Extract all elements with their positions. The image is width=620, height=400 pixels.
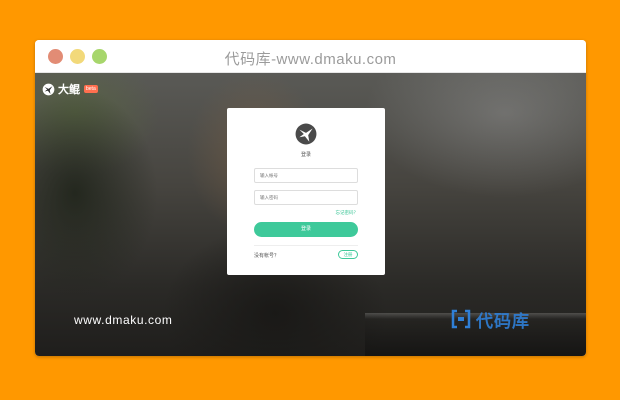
forgot-password-link[interactable]: 忘记密码？ — [336, 210, 359, 216]
watermark-url: www.dmaku.com — [74, 313, 173, 327]
username-input[interactable] — [254, 168, 358, 183]
bird-logo-icon — [295, 123, 317, 145]
login-button[interactable]: 登录 — [254, 222, 358, 237]
browser-window: 代码库-www.dmaku.com 大鲲 beta 登录 忘记密码？ 登录 — [35, 40, 586, 356]
beta-badge: beta — [84, 85, 98, 93]
bird-logo-icon — [42, 83, 55, 95]
window-title: 代码库-www.dmaku.com — [224, 51, 397, 68]
code-bracket-icon — [451, 309, 471, 329]
login-title: 登录 — [300, 152, 311, 158]
divider — [254, 245, 358, 246]
page-viewport: 大鲲 beta 登录 忘记密码？ 登录 没有帐号？ 注册 www.dmaku.c… — [35, 73, 586, 356]
password-input[interactable] — [254, 190, 358, 205]
watermark-logo: 代码库 — [450, 306, 530, 332]
register-button[interactable]: 注册 — [338, 250, 358, 259]
site-brand[interactable]: 大鲲 beta — [42, 81, 98, 97]
no-account-label: 没有帐号？ — [254, 253, 280, 259]
login-card: 登录 忘记密码？ 登录 没有帐号？ 注册 — [227, 108, 385, 275]
watermark-logo-text: 代码库 — [476, 311, 530, 331]
title-bar: 代码库-www.dmaku.com — [35, 40, 586, 73]
brand-name: 大鲲 — [58, 84, 80, 96]
